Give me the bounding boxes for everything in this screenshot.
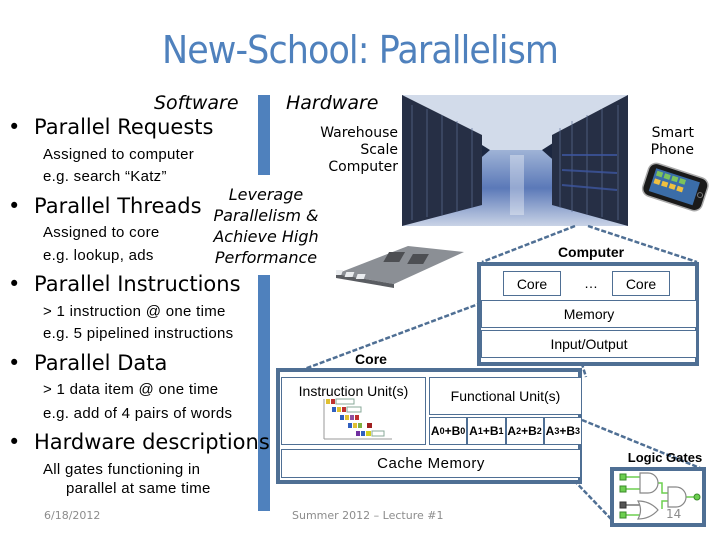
adder-a: A [430, 424, 440, 438]
adder-b: B [489, 424, 499, 438]
footer-date: 6/18/2012 [44, 509, 101, 522]
logic-gates-diagram-icon [619, 472, 701, 520]
adder-a-index: 3 [554, 426, 560, 436]
cache-memory: Cache Memory [281, 449, 581, 478]
and-gate-icon [667, 486, 687, 508]
adder-b: B [566, 424, 576, 438]
page-number: 14 [666, 507, 682, 521]
core-ellipsis: … [584, 275, 598, 291]
adder-b: B [451, 424, 461, 438]
computer-core-right: Core [612, 271, 670, 296]
adder-a-index: 0 [439, 426, 445, 436]
computer-title: Computer [557, 244, 625, 260]
computer-io: Input/Output [481, 330, 697, 358]
adder-a-index: 1 [477, 426, 483, 436]
adder-a: A [469, 424, 478, 438]
adder-a: A [545, 424, 555, 438]
and-gate-icon [639, 472, 659, 494]
adder-b-index: 2 [536, 426, 542, 436]
core-title: Core [355, 351, 387, 367]
computer-memory: Memory [481, 300, 697, 328]
adder-row: A 0 + B 0 A 1 + B 1 A 2 + B 2 A 3 + B 3 [429, 417, 582, 445]
adder-b-index: 1 [498, 426, 504, 436]
adder-a-index: 2 [516, 426, 522, 436]
adder-cell: A 1 + B 1 [467, 417, 506, 445]
functional-unit: Functional Unit(s) [429, 377, 582, 415]
adder-cell: A 0 + B 0 [429, 417, 468, 445]
adder-a: A [507, 424, 517, 438]
adder-b-index: 0 [460, 426, 466, 436]
computer-core-left: Core [503, 271, 561, 296]
footer-lecture: Summer 2012 – Lecture #1 [292, 509, 444, 522]
adder-cell: A 2 + B 2 [505, 417, 544, 445]
adder-cell: A 3 + B 3 [543, 417, 582, 445]
or-gate-icon [636, 500, 659, 520]
pipeline-diagram-icon [323, 398, 392, 440]
logic-gates-title: Logic Gates [627, 450, 703, 465]
adder-b-index: 3 [575, 426, 581, 436]
adder-b: B [528, 424, 537, 438]
